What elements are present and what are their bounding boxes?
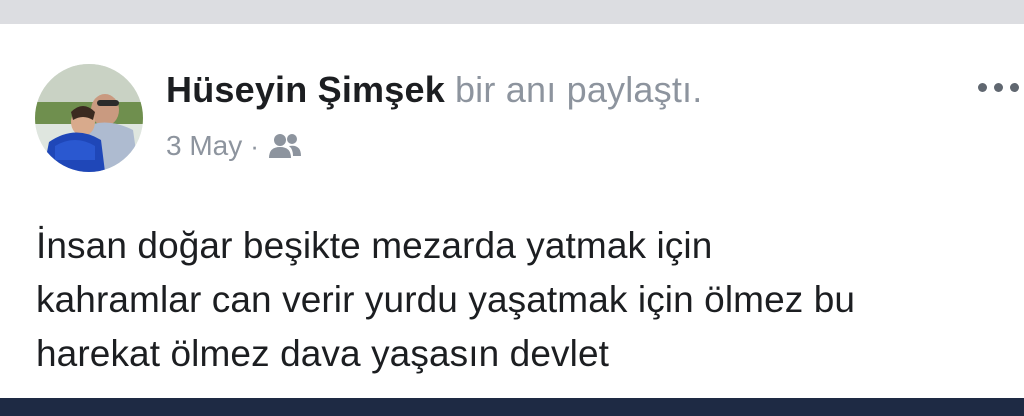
more-options-icon [994,82,1003,92]
shared-memory-text: bir anı paylaştı. [454,69,703,110]
post-text: İnsan doğar beşikte mezarda yatmak için … [36,219,1011,381]
post-meta: 3 May · [166,126,303,166]
post-text-line: İnsan doğar beşikte mezarda yatmak için [36,225,713,266]
avatar-photo [35,64,143,172]
post-date-link[interactable]: 3 May [166,130,242,162]
screenshot: Hüseyin Şimşek bir anı paylaştı. 3 May · … [0,0,1024,416]
post-header: Hüseyin Şimşek bir anı paylaştı. [166,68,702,112]
author-avatar[interactable] [35,64,143,172]
previous-post-divider [0,0,1024,24]
friends-icon[interactable] [267,132,303,160]
more-options-icon [1010,82,1019,92]
more-options-icon [978,82,987,92]
post-text-line: harekat ölmez dava yaşasın devlet [36,333,610,374]
author-name-link[interactable]: Hüseyin Şimşek [166,69,445,110]
meta-separator: · [250,130,259,161]
more-options-button[interactable] [978,72,1024,102]
post-text-line: kahramlar can verir yurdu yaşatmak için … [36,279,856,320]
next-post-divider [0,398,1024,416]
post-card: Hüseyin Şimşek bir anı paylaştı. 3 May · … [0,24,1024,398]
